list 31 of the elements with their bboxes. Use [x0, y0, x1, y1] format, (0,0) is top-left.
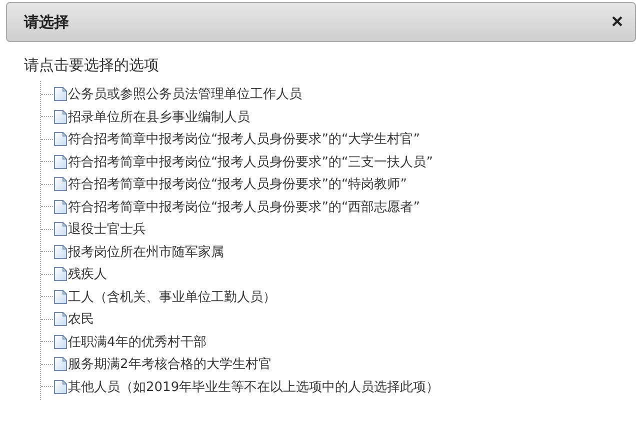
document-icon [53, 198, 68, 215]
close-button[interactable]: × [611, 12, 623, 32]
option-item[interactable]: 符合招考简章中报考岗位“报考人员身份要求”的“大学生村官” [68, 130, 420, 148]
dialog-title: 请选择 [24, 12, 69, 32]
document-icon [53, 176, 68, 192]
document-icon [53, 288, 68, 305]
option-item[interactable]: 残疾人 [68, 265, 107, 284]
option-item[interactable]: 报考岗位所在州市随军家属 [68, 242, 224, 261]
option-item[interactable]: 公务员或参照公务员法管理单位工作人员 [68, 85, 302, 104]
option-item[interactable]: 农民 [68, 310, 94, 328]
option-item[interactable]: 任职满4年的优秀村干部 [68, 332, 206, 351]
option-item[interactable]: 符合招考简章中报考岗位“报考人员身份要求”的“西部志愿者” [68, 198, 420, 216]
document-icon [53, 131, 68, 148]
option-item[interactable]: 服务期满2年考核合格的大学生村官 [68, 355, 272, 374]
document-icon [53, 221, 68, 238]
document-icon [53, 334, 68, 350]
document-icon [53, 154, 68, 170]
document-icon [53, 108, 68, 125]
document-icon [53, 378, 68, 395]
option-item[interactable]: 工人（含机关、事业单位工勤人员） [68, 288, 276, 306]
option-item[interactable]: 招录单位所在县乡事业编制人员 [68, 108, 250, 126]
document-icon [53, 311, 68, 328]
option-item[interactable]: 其他人员（如2019年毕业生等不在以上选项中的人员选择此项） [68, 378, 440, 396]
option-item[interactable]: 退役士官士兵 [68, 220, 146, 238]
document-icon [53, 86, 68, 102]
document-icon [53, 244, 68, 260]
option-item[interactable]: 符合招考简章中报考岗位“报考人员身份要求”的“特岗教师” [68, 175, 407, 194]
document-icon [53, 356, 68, 372]
option-item[interactable]: 符合招考简章中报考岗位“报考人员身份要求”的“三支一扶人员” [68, 152, 433, 171]
prompt-text: 请点击要选择的选项 [24, 56, 160, 75]
document-icon [53, 266, 68, 282]
